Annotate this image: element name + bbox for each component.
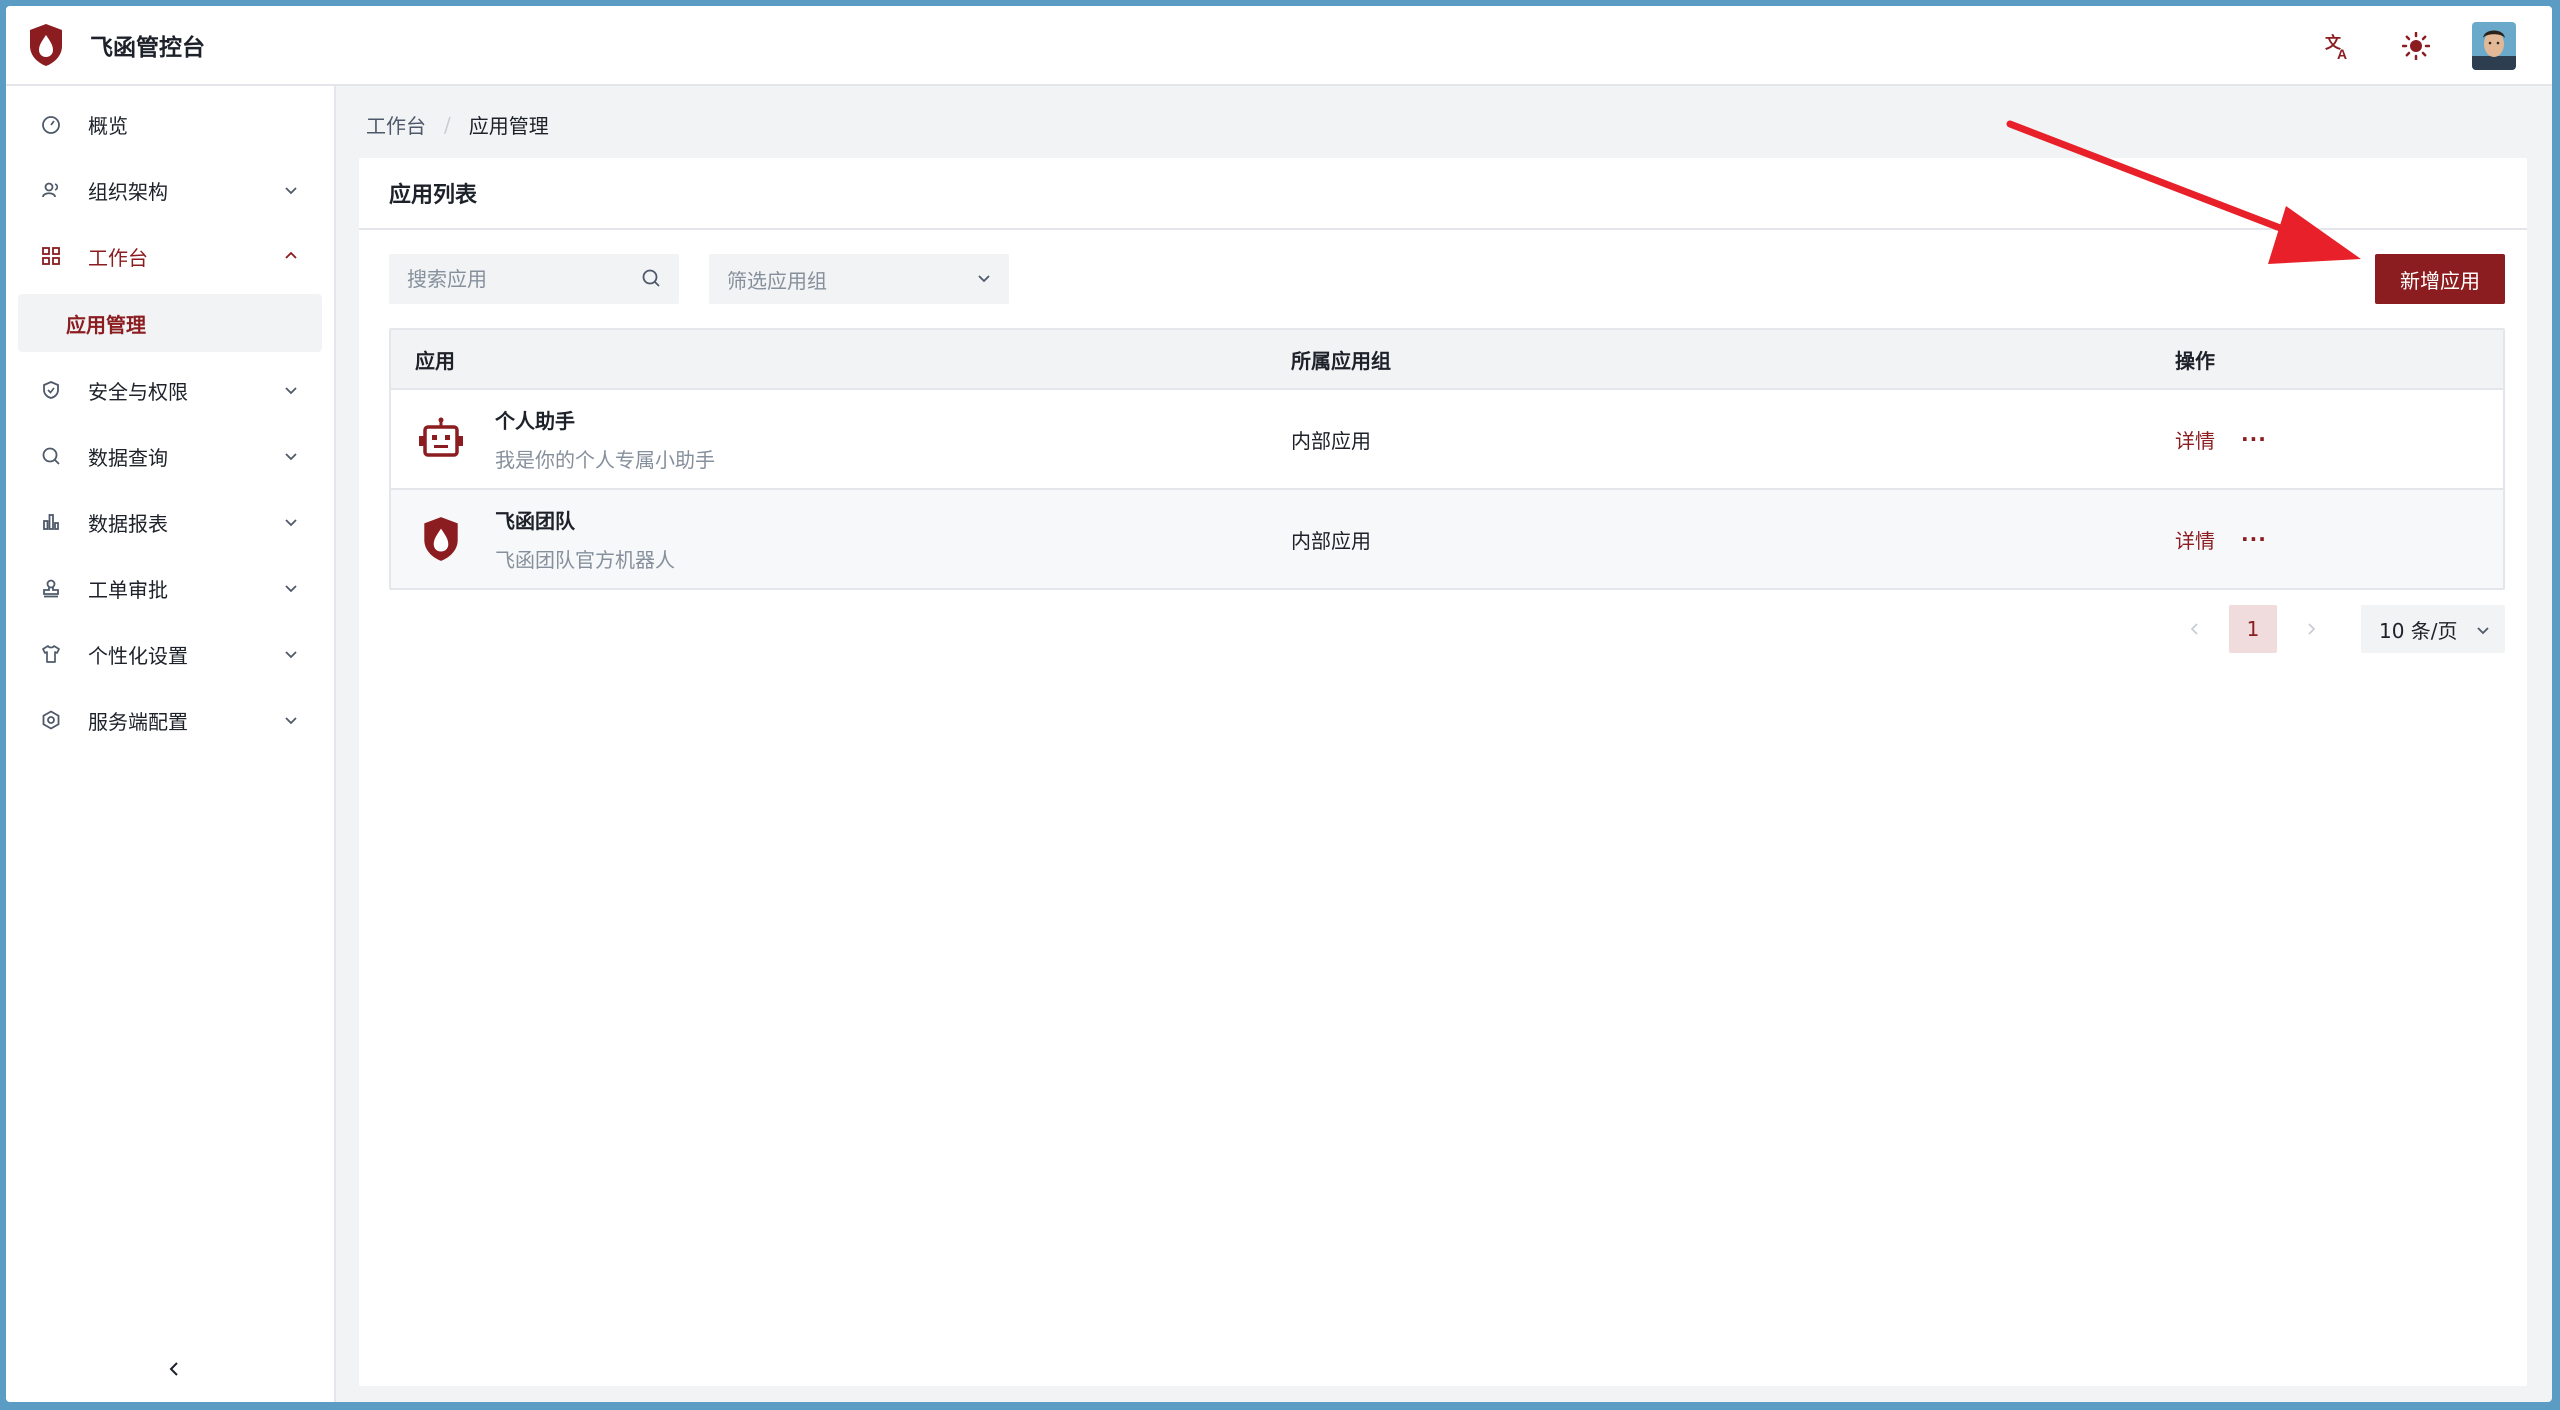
sidebar-item-label: 概览 — [88, 113, 128, 138]
app-cell: 个人助手 我是你的个人专属小助手 — [415, 405, 715, 473]
breadcrumb: 工作台 / 应用管理 — [366, 110, 549, 139]
header-actions: 文 A — [2280, 6, 2516, 86]
org-icon — [40, 179, 62, 201]
chevron-down-icon — [280, 511, 302, 533]
shirt-icon — [40, 643, 62, 665]
translate-icon[interactable]: 文 A — [2318, 26, 2358, 66]
chevron-down-icon — [280, 709, 302, 731]
app-cell: 飞函团队 飞函团队官方机器人 — [415, 505, 675, 573]
app-name: 个人助手 — [495, 409, 575, 433]
chevron-down-icon — [280, 179, 302, 201]
ops-cell: 详情 ··· — [2175, 525, 2267, 554]
sidebar-item-label: 服务端配置 — [88, 709, 188, 734]
column-header-group: 所属应用组 — [1291, 348, 1391, 373]
breadcrumb-separator: / — [444, 112, 451, 137]
sidebar-menu: 概览 组织架构 工作台 应用管理 安全与权限 数据查询 数据报表 工单审批 个性… — [6, 86, 334, 748]
sidebar-item-server-config[interactable]: 服务端配置 — [18, 692, 322, 748]
settings-icon — [40, 709, 62, 731]
breadcrumb-current: 应用管理 — [468, 114, 549, 138]
shield-icon — [40, 379, 62, 401]
bar-chart-icon — [40, 511, 62, 533]
sidebar-item-label: 数据报表 — [88, 511, 168, 536]
app-text: 个人助手 我是你的个人专属小助手 — [495, 405, 715, 473]
chevron-up-icon — [280, 245, 302, 267]
svg-text:A: A — [2337, 46, 2347, 61]
sidebar-item-reports[interactable]: 数据报表 — [18, 494, 322, 550]
page-size-select[interactable]: 10 条/页 — [2361, 605, 2505, 653]
table-header-row: 应用 所属应用组 操作 — [391, 330, 2503, 388]
next-page-icon[interactable] — [2287, 605, 2335, 653]
app-description: 飞函团队官方机器人 — [495, 548, 675, 572]
app-group-cell: 内部应用 — [1291, 428, 1371, 453]
sidebar-item-approvals[interactable]: 工单审批 — [18, 560, 322, 616]
chevron-down-icon — [280, 379, 302, 401]
sidebar-item-label: 个性化设置 — [88, 643, 188, 668]
breadcrumb-workbench[interactable]: 工作台 — [366, 110, 426, 139]
sidebar-item-org[interactable]: 组织架构 — [18, 162, 322, 218]
add-app-button[interactable]: 新增应用 — [2375, 254, 2505, 304]
column-header-ops: 操作 — [2175, 348, 2215, 373]
search-input[interactable] — [407, 267, 617, 291]
app-name: 飞函团队 — [495, 509, 575, 533]
app-table: 应用 所属应用组 操作 个人助手 我是你的个人专属小助手 内部应用 详情 ···… — [389, 328, 2505, 590]
card-header: 应用列表 — [359, 158, 2527, 230]
table-row: 个人助手 我是你的个人专属小助手 内部应用 详情 ··· — [391, 388, 2503, 488]
sidebar-item-label: 工作台 — [88, 245, 148, 270]
app-text: 飞函团队 飞函团队官方机器人 — [495, 505, 675, 573]
detail-link[interactable]: 详情 — [2175, 425, 2215, 454]
app-title: 飞函管控台 — [90, 35, 205, 61]
sidebar-item-label: 组织架构 — [88, 179, 168, 204]
robot-icon — [415, 413, 467, 465]
collapse-sidebar-icon[interactable] — [160, 1354, 190, 1384]
top-header: 飞函管控台 文 A — [6, 6, 2552, 86]
shield-logo-icon — [415, 513, 467, 565]
more-options-icon[interactable]: ··· — [2241, 527, 2267, 551]
card-title: 应用列表 — [389, 183, 478, 208]
app-group-cell: 内部应用 — [1291, 528, 1371, 553]
search-box — [389, 254, 679, 304]
sidebar-item-security[interactable]: 安全与权限 — [18, 362, 322, 418]
sidebar-item-label: 工单审批 — [88, 577, 168, 602]
column-header-app: 应用 — [415, 348, 455, 373]
chevron-down-icon — [975, 268, 993, 292]
more-options-icon[interactable]: ··· — [2241, 427, 2267, 451]
sidebar-item-label: 数据查询 — [88, 445, 168, 470]
chevron-down-icon — [280, 643, 302, 665]
chevron-down-icon — [280, 577, 302, 599]
user-avatar[interactable] — [2472, 22, 2516, 70]
toolbar: 筛选应用组 新增应用 — [389, 254, 2505, 304]
sidebar: 概览 组织架构 工作台 应用管理 安全与权限 数据查询 数据报表 工单审批 个性… — [6, 86, 336, 1402]
search-icon[interactable] — [641, 268, 661, 292]
filter-placeholder: 筛选应用组 — [727, 268, 827, 293]
search-icon — [40, 445, 62, 467]
brand-logo-icon — [24, 20, 68, 70]
sidebar-item-personalization[interactable]: 个性化设置 — [18, 626, 322, 682]
chevron-down-icon — [2475, 619, 2491, 643]
sidebar-item-workbench[interactable]: 工作台 — [18, 228, 322, 284]
pagination: 1 10 条/页 — [2171, 604, 2505, 654]
page-number[interactable]: 1 — [2229, 605, 2277, 653]
stamp-icon — [40, 577, 62, 599]
sidebar-subitem-app-management[interactable]: 应用管理 — [18, 294, 322, 352]
sidebar-item-overview[interactable]: 概览 — [18, 96, 322, 152]
grid-icon — [40, 245, 62, 267]
sidebar-item-data-query[interactable]: 数据查询 — [18, 428, 322, 484]
chevron-down-icon — [280, 445, 302, 467]
app-list-card: 应用列表 筛选应用组 新增应用 应用 所属应用组 操作 — [359, 158, 2527, 1386]
sidebar-item-label: 安全与权限 — [88, 379, 188, 404]
app-description: 我是你的个人专属小助手 — [495, 448, 715, 472]
page-size-value: 10 条/页 — [2379, 618, 2458, 643]
ops-cell: 详情 ··· — [2175, 425, 2267, 454]
dashboard-icon — [40, 113, 62, 135]
theme-sun-icon[interactable] — [2396, 26, 2436, 66]
detail-link[interactable]: 详情 — [2175, 525, 2215, 554]
app-window: 飞函管控台 文 A 概览 组织架构 工作台 应用管理 安全与权限 数据查询 数据… — [6, 6, 2552, 1402]
prev-page-icon[interactable] — [2171, 605, 2219, 653]
table-row: 飞函团队 飞函团队官方机器人 内部应用 详情 ··· — [391, 488, 2503, 588]
app-group-filter-select[interactable]: 筛选应用组 — [709, 254, 1009, 304]
